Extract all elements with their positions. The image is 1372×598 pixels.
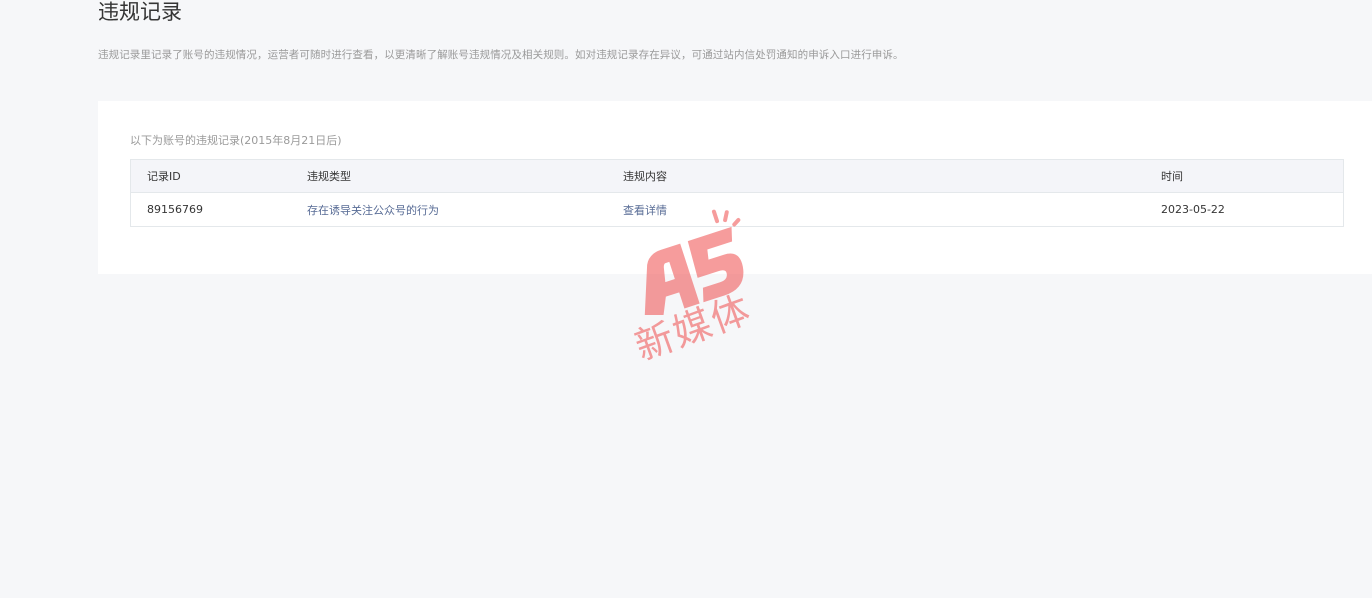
record-id: 89156769 <box>147 203 203 216</box>
records-caption: 以下为账号的违规记录(2015年8月21日后) <box>130 134 342 147</box>
records-table: 记录ID 违规类型 违规内容 时间 89156769 存在诱导关注公众号的行为 … <box>130 159 1344 227</box>
table-header: 记录ID 违规类型 违规内容 时间 <box>131 160 1343 193</box>
record-time: 2023-05-22 <box>1161 203 1225 216</box>
view-details-link[interactable]: 查看详情 <box>623 193 667 226</box>
column-header-content: 违规内容 <box>623 170 667 183</box>
page-description: 违规记录里记录了账号的违规情况，运营者可随时进行查看，以更清晰了解账号违规情况及… <box>98 49 904 61</box>
page-title: 违规记录 <box>98 0 182 24</box>
column-header-id: 记录ID <box>147 170 181 183</box>
table-row: 89156769 存在诱导关注公众号的行为 查看详情 2023-05-22 <box>131 193 1343 226</box>
column-header-type: 违规类型 <box>307 170 351 183</box>
records-card: 以下为账号的违规记录(2015年8月21日后) 记录ID 违规类型 违规内容 时… <box>98 101 1372 274</box>
page: 违规记录 违规记录里记录了账号的违规情况，运营者可随时进行查看，以更清晰了解账号… <box>0 0 1372 598</box>
column-header-time: 时间 <box>1161 170 1183 183</box>
record-type: 存在诱导关注公众号的行为 <box>307 203 439 217</box>
watermark-text: 新媒体 <box>629 286 758 369</box>
